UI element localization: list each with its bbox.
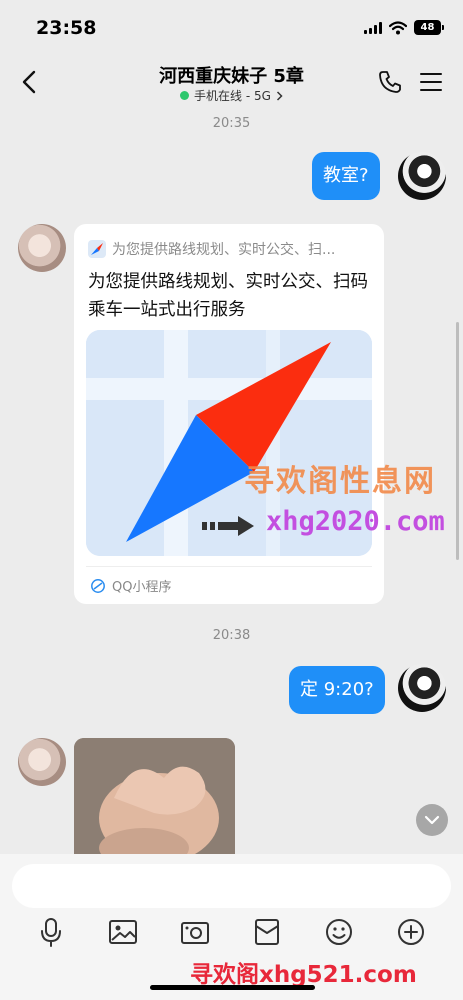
red-packet-icon[interactable] <box>250 914 284 950</box>
home-indicator <box>150 985 315 990</box>
status-bar: 23:58 48 <box>0 0 463 56</box>
watermark-text: 寻欢阁性息网 <box>244 464 436 499</box>
photo-icon[interactable] <box>106 914 140 950</box>
mini-program-footer: QQ小程序 <box>90 576 171 595</box>
status-time: 23:58 <box>36 17 97 39</box>
message-bubble-self[interactable]: 教室? <box>312 152 380 200</box>
watermark-url: xhg2020.com <box>266 506 445 537</box>
online-status-text: 手机在线 - 5G <box>194 89 271 103</box>
mini-program-card[interactable]: 为您提供路线规划、实时公交、扫... 为您提供路线规划、实时公交、扫码乘车一站式… <box>74 224 384 604</box>
mini-program-description: 为您提供路线规划、实时公交、扫码乘车一站式出行服务 <box>88 272 368 320</box>
watermark-bottom: 寻欢阁xhg521.com <box>190 962 417 988</box>
plus-icon[interactable] <box>394 914 428 950</box>
camera-icon[interactable] <box>178 914 212 950</box>
message-timestamp: 20:38 <box>212 628 251 643</box>
message-bubble-self[interactable]: 定 9:20? <box>289 666 385 714</box>
scrollbar[interactable] <box>456 322 459 560</box>
mini-program-header-text: 为您提供路线规划、实时公交、扫... <box>112 242 336 258</box>
avatar-friend[interactable] <box>18 738 66 786</box>
chevron-right-icon <box>276 90 283 101</box>
qq-mini-program-icon <box>91 578 105 593</box>
avatar-self[interactable] <box>398 664 446 712</box>
avatar-friend[interactable] <box>18 224 66 272</box>
arrow-right-icon <box>202 516 254 536</box>
emoji-icon[interactable] <box>322 914 356 950</box>
chat-header: 河西重庆妹子 5章 手机在线 - 5G <box>0 56 463 110</box>
avatar-self[interactable] <box>398 152 446 200</box>
online-dot-icon <box>180 91 190 100</box>
chevron-down-icon <box>424 815 440 825</box>
mic-icon[interactable] <box>34 914 68 950</box>
phone-call-icon[interactable] <box>377 69 403 95</box>
image-message[interactable] <box>74 738 235 854</box>
message-timestamp: 20:35 <box>212 116 251 131</box>
scroll-down-button[interactable] <box>416 804 448 836</box>
message-input[interactable] <box>12 864 451 908</box>
card-divider <box>86 566 372 567</box>
battery-icon: 48 <box>414 20 444 35</box>
wifi-icon <box>389 20 407 34</box>
mini-program-footer-text: QQ小程序 <box>112 580 172 595</box>
menu-icon[interactable] <box>419 70 443 94</box>
status-icons: 48 <box>364 20 444 35</box>
mini-program-header: 为您提供路线规划、实时公交、扫... <box>88 239 374 259</box>
compass-app-icon <box>88 240 106 258</box>
signal-icon <box>364 21 382 34</box>
